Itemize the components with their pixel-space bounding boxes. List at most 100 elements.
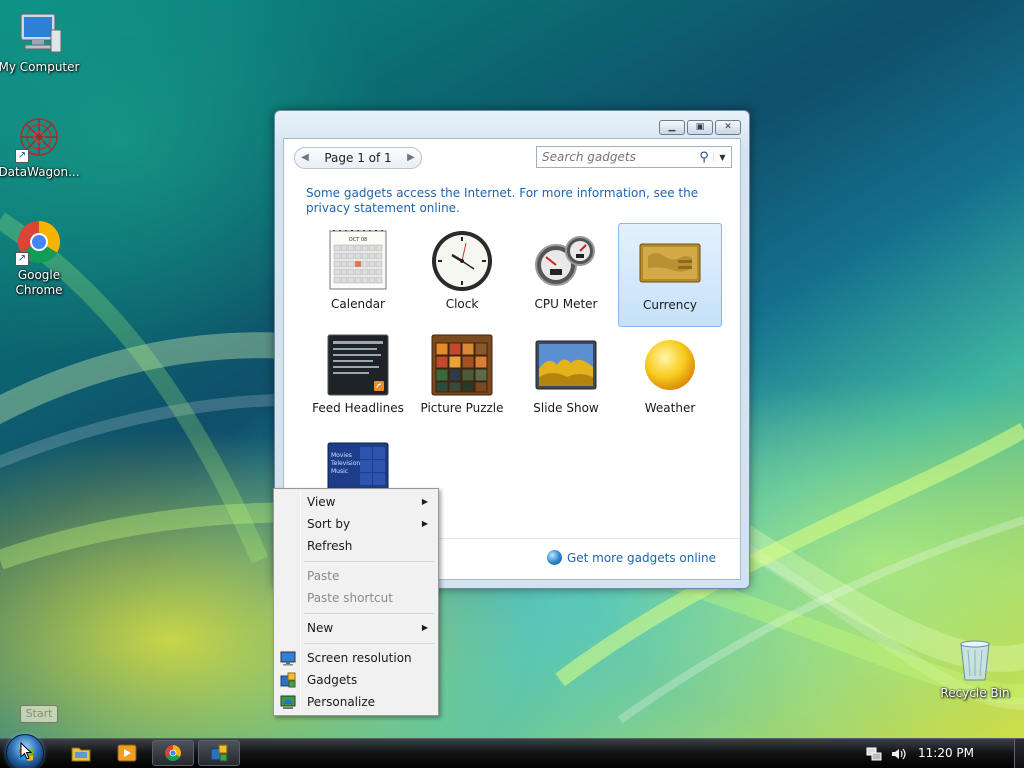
menu-item-label: View (307, 495, 336, 509)
menu-separator (304, 643, 434, 644)
taskbar-button-chrome[interactable] (152, 740, 194, 766)
shortcut-arrow-icon: ↗ (15, 149, 29, 163)
menu-item-view[interactable]: View ▶ (276, 491, 436, 513)
menu-item-refresh[interactable]: Refresh (276, 535, 436, 557)
submenu-arrow-icon: ▶ (421, 623, 428, 632)
menu-item-label: Gadgets (307, 673, 358, 687)
gadget-weather[interactable]: Weather (618, 327, 722, 431)
screen-resolution-icon (280, 650, 296, 666)
menu-item-personalize[interactable]: Personalize (276, 691, 436, 713)
menu-item-new[interactable]: New ▶ (276, 617, 436, 639)
search-box: ⚲ ▼ (536, 146, 732, 168)
start-tooltip: Start (20, 705, 58, 723)
desktop-icon-my-computer[interactable]: My Computer (0, 10, 81, 75)
menu-item-paste[interactable]: Paste (276, 565, 436, 587)
chrome-icon (165, 745, 181, 761)
calendar-month: OCT 08 (349, 237, 367, 243)
privacy-info-link[interactable]: Some gadgets access the Internet. For mo… (306, 186, 706, 216)
recycle-bin-icon (951, 636, 999, 684)
volume-icon[interactable] (890, 746, 906, 762)
submenu-arrow-icon: ▶ (421, 497, 428, 506)
desktop-context-menu: View ▶ Sort by ▶ Refresh Paste Paste sho… (273, 488, 439, 716)
search-input[interactable] (537, 148, 695, 166)
window-controls: ▁ ▣ ✕ (659, 120, 741, 135)
calendar-icon: OCT 08 (326, 229, 390, 293)
media-thumb-line: Television (330, 460, 360, 467)
menu-item-label: Paste shortcut (307, 591, 393, 605)
weather-icon (638, 333, 702, 397)
footer-divider (434, 538, 740, 539)
gadget-label: Feed Headlines (312, 401, 404, 415)
menu-item-label: Paste (307, 569, 340, 583)
chevron-down-icon[interactable]: ▼ (713, 152, 731, 162)
clock-icon (430, 229, 494, 293)
menu-item-paste-shortcut[interactable]: Paste shortcut (276, 587, 436, 609)
currency-icon (638, 230, 702, 294)
desktop-icon-datawagon[interactable]: ↗ DataWagon... (0, 115, 81, 180)
taskbar-button-gadgets[interactable] (198, 740, 240, 766)
globe-icon (546, 550, 562, 565)
submenu-arrow-icon: ▶ (421, 519, 428, 528)
gadget-label: Picture Puzzle (420, 401, 504, 415)
media-player-icon (117, 744, 137, 762)
menu-item-label: Personalize (307, 695, 376, 709)
shortcut-arrow-icon: ↗ (15, 252, 29, 266)
prev-page-button[interactable]: ◀ (295, 148, 315, 168)
desktop-icon-google-chrome[interactable]: ↗ Google Chrome (0, 218, 81, 298)
desktop-icon-label: Google Chrome (15, 268, 63, 297)
restore-button[interactable]: ▣ (687, 120, 713, 135)
next-page-button[interactable]: ▶ (401, 148, 421, 168)
cpu-meter-icon (534, 229, 598, 293)
computer-icon (15, 10, 63, 58)
media-thumb-line: Movies (331, 452, 352, 459)
close-button[interactable]: ✕ (715, 120, 741, 135)
quick-launch-explorer[interactable] (70, 743, 92, 763)
menu-item-label: Screen resolution (307, 651, 412, 665)
minimize-button[interactable]: ▁ (659, 120, 685, 135)
get-more-gadgets-label: Get more gadgets online (566, 550, 716, 565)
feed-headlines-icon (326, 333, 390, 397)
desktop-icon-label: DataWagon... (0, 165, 80, 179)
menu-item-sort-by[interactable]: Sort by ▶ (276, 513, 436, 535)
slide-show-icon (534, 333, 598, 397)
gadget-label: Currency (642, 298, 698, 312)
desktop-icon-label: Recycle Bin (940, 686, 1010, 700)
page-navigator: ◀ Page 1 of 1 ▶ (294, 147, 422, 169)
gadget-currency[interactable]: Currency (618, 223, 722, 327)
gadget-slide-show[interactable]: Slide Show (514, 327, 618, 431)
gadget-cpu-meter[interactable]: CPU Meter (514, 223, 618, 327)
search-icon[interactable]: ⚲ (695, 150, 713, 165)
gadget-calendar[interactable]: OCT 08 Calendar (306, 223, 410, 327)
gadget-label: Clock (445, 297, 479, 311)
network-icon[interactable] (866, 746, 882, 762)
get-more-gadgets-link[interactable]: Get more gadgets online (546, 550, 716, 565)
show-desktop-button[interactable] (1014, 739, 1024, 768)
media-thumb-line: Music (331, 468, 348, 475)
menu-item-label: Refresh (307, 539, 353, 553)
desktop-icon-recycle-bin[interactable]: Recycle Bin (933, 636, 1017, 701)
quick-launch-media-player[interactable] (116, 743, 138, 763)
gadget-picture-puzzle[interactable]: Picture Puzzle (410, 327, 514, 431)
gadget-label: Slide Show (533, 401, 599, 415)
menu-item-label: New (307, 621, 334, 635)
gadget-label: Weather (644, 401, 696, 415)
picture-puzzle-icon (430, 333, 494, 397)
taskbar-clock[interactable]: 11:20 PM (918, 746, 974, 760)
gadget-clock[interactable]: Clock (410, 223, 514, 327)
gadgets-icon (280, 672, 296, 688)
gadget-label: CPU Meter (534, 297, 598, 311)
page-indicator: Page 1 of 1 (324, 151, 392, 165)
explorer-icon (71, 747, 91, 762)
gadget-label: Calendar (331, 297, 385, 311)
personalize-icon (280, 694, 296, 710)
gadgets-icon (210, 744, 228, 762)
menu-separator (304, 613, 434, 614)
desktop-icon-label: My Computer (0, 60, 80, 74)
menu-item-screen-resolution[interactable]: Screen resolution (276, 647, 436, 669)
mouse-cursor-icon (20, 742, 32, 760)
chrome-icon: ↗ (15, 218, 63, 266)
menu-item-gadgets[interactable]: Gadgets (276, 669, 436, 691)
menu-item-label: Sort by (307, 517, 351, 531)
menu-separator (304, 561, 434, 562)
gadget-feed-headlines[interactable]: Feed Headlines (306, 327, 410, 431)
